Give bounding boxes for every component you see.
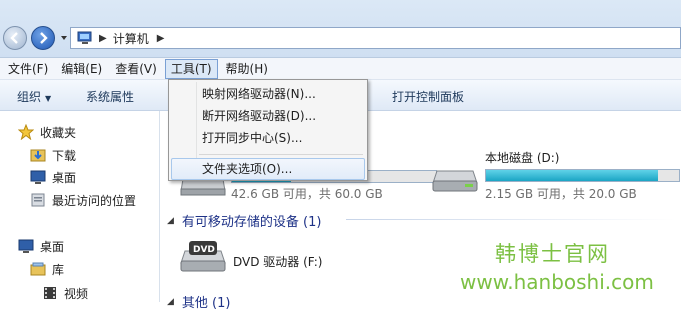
arrow-left-icon xyxy=(10,32,18,44)
address-path[interactable]: 计算机 xyxy=(113,30,149,47)
drive-c-size: 42.6 GB 可用，共 60.0 GB xyxy=(231,187,383,201)
address-row: ▶ 计算机 ▶ xyxy=(0,0,681,58)
recent-pages-dropdown[interactable] xyxy=(60,34,68,42)
sidebar-item-desktop-fav[interactable]: 桌面 xyxy=(30,167,76,187)
sidebar-label: 视频 xyxy=(64,286,89,301)
sidebar-label: 下载 xyxy=(52,148,77,163)
tools-menu: 映射网络驱动器(N)... 断开网络驱动器(D)... 打开同步中心(S)...… xyxy=(168,79,368,181)
hard-drive-icon xyxy=(432,170,478,192)
sidebar-item-videos[interactable]: 视频 xyxy=(42,283,88,303)
chevron-down-icon: ▼ xyxy=(45,94,52,103)
menu-edit[interactable]: 编辑(E) xyxy=(56,59,107,79)
svg-text:DVD: DVD xyxy=(193,245,215,255)
dvd-drive-icon: DVD xyxy=(180,241,226,272)
menu-separator xyxy=(199,154,363,155)
organize-label: 组织 xyxy=(17,90,42,104)
group-header-removable[interactable]: ◢ 有可移动存储的设备 (1) xyxy=(167,211,321,230)
sidebar-item-recent-places[interactable]: 最近访问的位置 xyxy=(30,190,136,210)
dvd-drive-name: DVD 驱动器 (F:) xyxy=(233,255,323,269)
group-header-label: 有可移动存储的设备 (1) xyxy=(181,215,322,230)
star-icon xyxy=(18,124,34,140)
drive-d-usage-bar xyxy=(485,169,680,182)
drive-d-size: 2.15 GB 可用，共 20.0 GB xyxy=(485,187,637,201)
menu-bar: 文件(F) 编辑(E) 查看(V) 工具(T) 帮助(H) xyxy=(0,58,681,80)
desktop-icon xyxy=(30,170,46,184)
menu-item-folder-options[interactable]: 文件夹选项(O)... xyxy=(171,158,365,180)
sidebar-item-favorites[interactable]: 收藏夹 xyxy=(18,122,76,142)
video-icon xyxy=(44,287,56,299)
expand-triangle-icon: ◢ xyxy=(167,215,174,226)
sidebar-label: 桌面 xyxy=(40,239,65,254)
recent-places-icon xyxy=(31,193,45,207)
sidebar-label: 最近访问的位置 xyxy=(52,193,137,208)
sidebar-label: 库 xyxy=(52,262,65,277)
sidebar-label: 桌面 xyxy=(52,170,77,185)
menu-file[interactable]: 文件(F) xyxy=(3,59,53,79)
back-button[interactable] xyxy=(3,26,27,50)
navigation-pane: 收藏夹 下载 桌面 最近访问的位置 桌面 库 视频 xyxy=(0,111,160,302)
organize-button[interactable]: 组织 ▼ xyxy=(17,88,51,105)
drive-d[interactable]: 本地磁盘 (D:) 2.15 GB 可用，共 20.0 GB xyxy=(431,147,681,203)
desktop-icon xyxy=(18,239,34,253)
computer-icon xyxy=(77,31,92,44)
menu-item-disconnect-network-drive[interactable]: 断开网络驱动器(D)... xyxy=(171,105,365,127)
sidebar-item-downloads[interactable]: 下载 xyxy=(30,145,76,165)
system-properties-button[interactable]: 系统属性 xyxy=(86,88,134,105)
dvd-drive[interactable]: DVD DVD 驱动器 (F:) xyxy=(179,237,359,281)
forward-button[interactable] xyxy=(31,26,55,50)
drive-d-usage-fill xyxy=(486,170,658,181)
menu-tools[interactable]: 工具(T) xyxy=(164,58,218,79)
group-divider xyxy=(346,219,676,220)
downloads-folder-icon xyxy=(30,149,46,162)
library-icon xyxy=(30,262,46,276)
address-bar[interactable]: ▶ 计算机 ▶ xyxy=(70,27,681,49)
arrow-right-icon xyxy=(40,32,48,44)
menu-help[interactable]: 帮助(H) xyxy=(221,59,273,79)
drive-d-name: 本地磁盘 (D:) xyxy=(485,151,560,165)
menu-view[interactable]: 查看(V) xyxy=(110,59,162,79)
watermark-title: 韩博士官网 xyxy=(495,242,610,266)
sidebar-label: 收藏夹 xyxy=(40,125,77,140)
sidebar-item-libraries[interactable]: 库 xyxy=(30,259,64,279)
sidebar-item-desktop[interactable]: 桌面 xyxy=(18,236,64,256)
chevron-right-icon[interactable]: ▶ xyxy=(157,33,165,44)
menu-item-open-sync-center[interactable]: 打开同步中心(S)... xyxy=(171,127,365,149)
menu-item-map-network-drive[interactable]: 映射网络驱动器(N)... xyxy=(171,83,365,105)
watermark-url: www.hanboshi.com xyxy=(460,270,654,294)
open-control-panel-button[interactable]: 打开控制面板 xyxy=(392,88,464,105)
chevron-right-icon[interactable]: ▶ xyxy=(99,33,107,44)
